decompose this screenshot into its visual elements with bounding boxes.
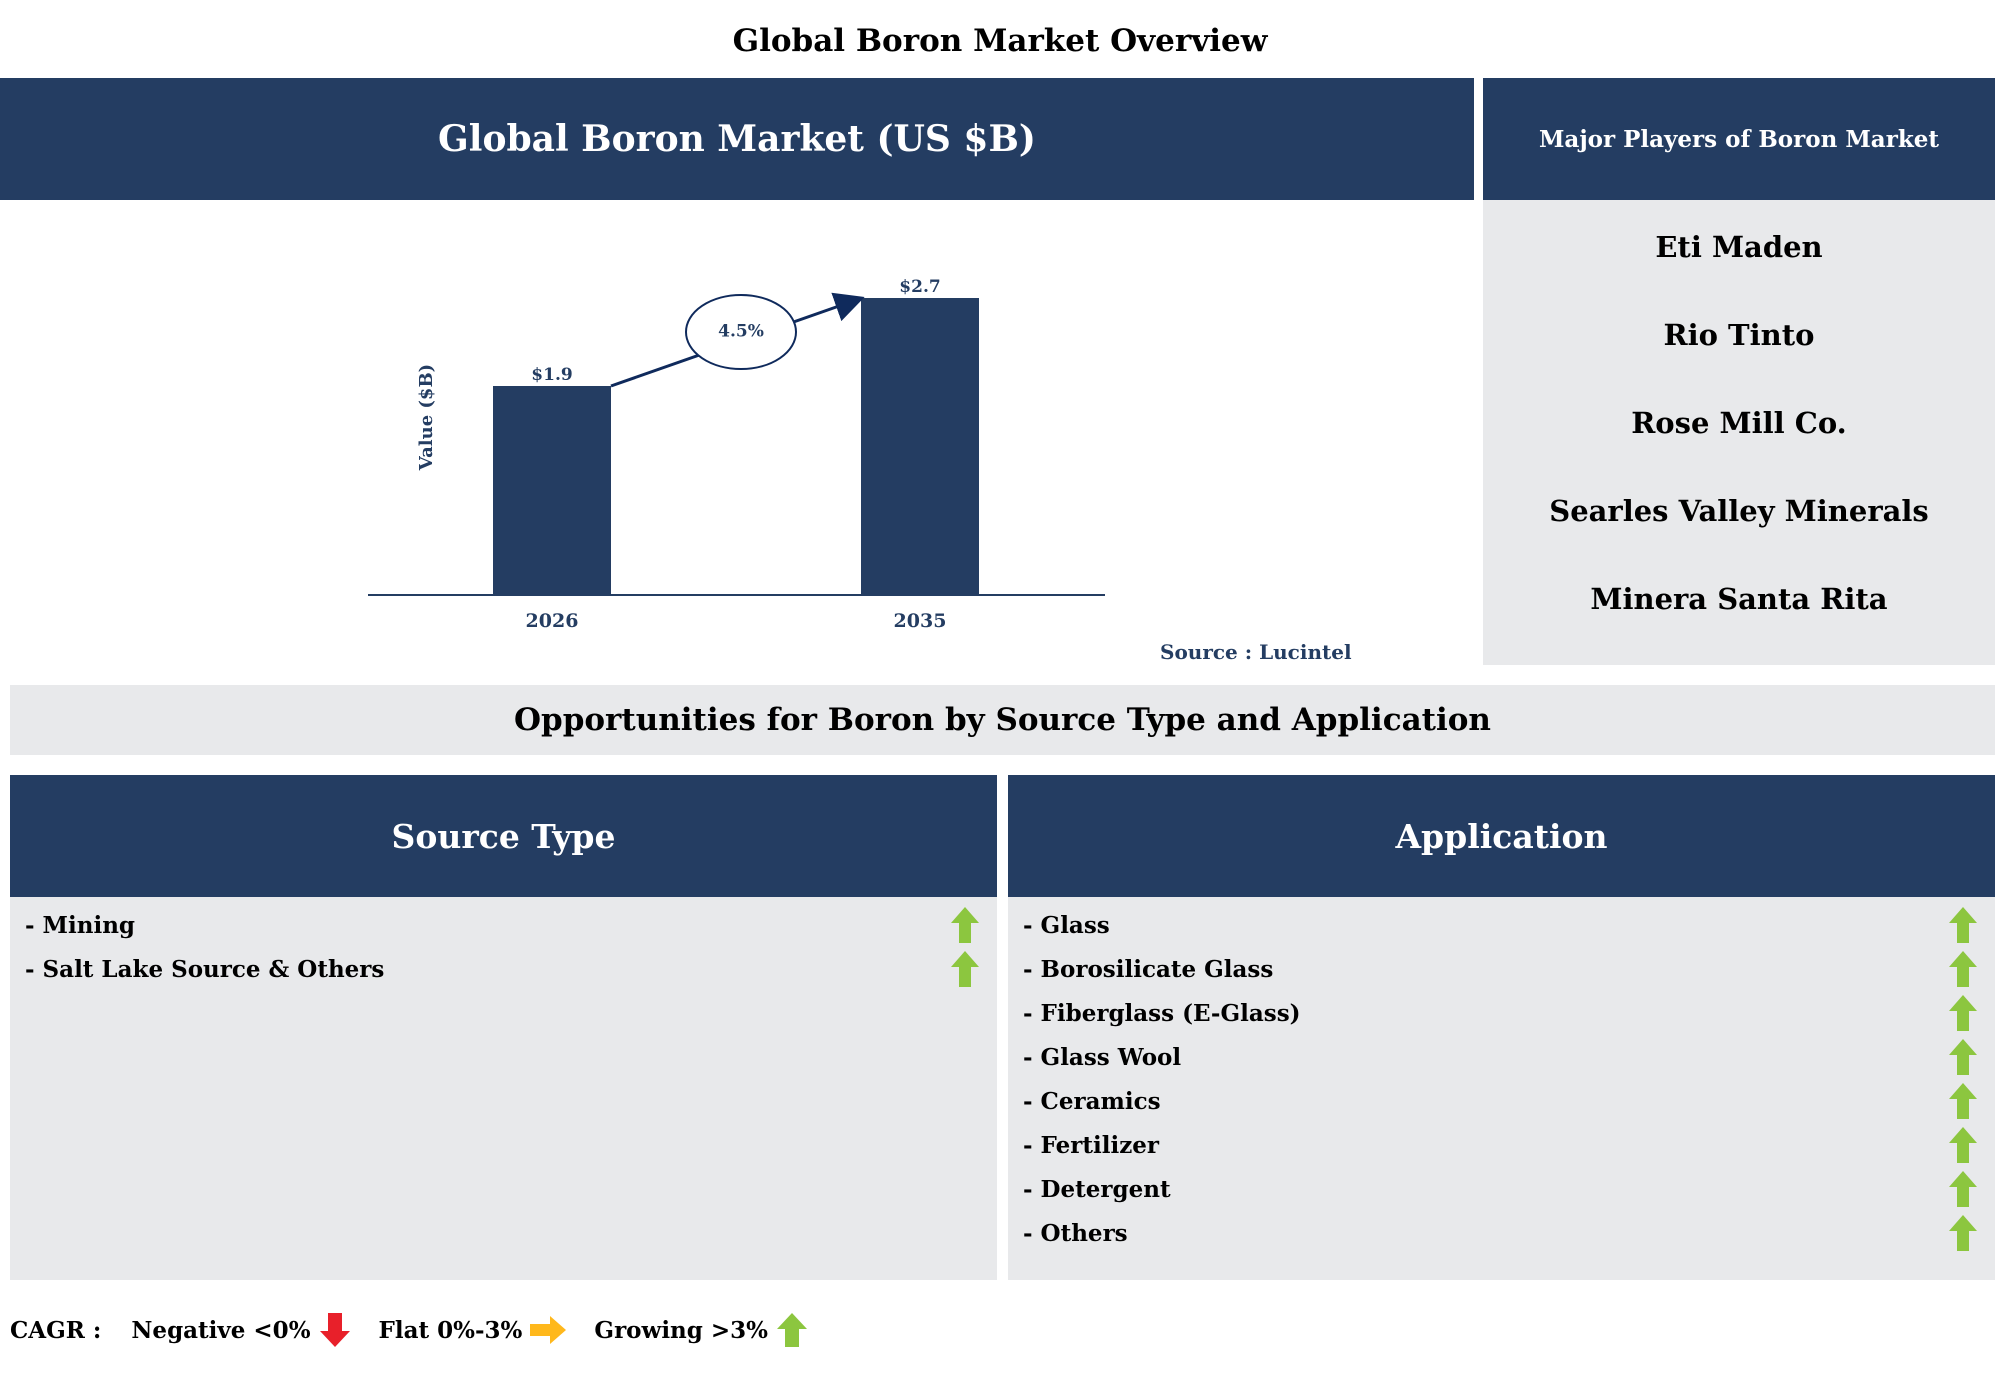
up-arrow-icon bbox=[1949, 1215, 1977, 1251]
up-arrow-icon bbox=[1949, 1127, 1977, 1163]
legend-negative-label: Negative <0% bbox=[131, 1316, 311, 1344]
list-item: - Fertilizer bbox=[1023, 1123, 1978, 1167]
cagr-label: 4.5% bbox=[718, 322, 764, 342]
source-type-header: Source Type bbox=[10, 775, 997, 897]
source-type-panel: - Mining - Salt Lake Source & Others bbox=[10, 897, 997, 1280]
legend-label: CAGR : bbox=[10, 1316, 102, 1344]
list-item: - Borosilicate Glass bbox=[1023, 947, 1978, 991]
up-arrow-icon bbox=[951, 951, 979, 987]
list-item-label: - Mining bbox=[25, 911, 136, 939]
players-panel: Eti Maden Rio Tinto Rose Mill Co. Searle… bbox=[1483, 200, 1995, 665]
up-arrow-icon bbox=[777, 1313, 807, 1347]
down-arrow-icon bbox=[319, 1313, 350, 1347]
page-title: Global Boron Market Overview bbox=[732, 23, 1268, 59]
list-item: - Glass bbox=[1023, 903, 1978, 947]
list-item-label: - Fertilizer bbox=[1023, 1131, 1160, 1159]
list-item-label: - Fiberglass (E-Glass) bbox=[1023, 999, 1301, 1027]
list-item-label: - Detergent bbox=[1023, 1175, 1171, 1203]
source-label: Source : Lucintel bbox=[1160, 640, 1352, 664]
list-item-label: - Glass Wool bbox=[1023, 1043, 1182, 1071]
bar-value-label: $2.7 bbox=[899, 277, 940, 297]
cagr-legend: CAGR : Negative <0% Flat 0%-3% Growing >… bbox=[10, 1305, 810, 1355]
up-arrow-icon bbox=[1949, 907, 1977, 943]
list-item-label: - Borosilicate Glass bbox=[1023, 955, 1274, 983]
application-panel: - Glass - Borosilicate Glass - Fiberglass … bbox=[1008, 897, 1995, 1280]
legend-flat-label: Flat 0%-3% bbox=[378, 1316, 523, 1344]
opportunities-title: Opportunities for Boron by Source Type a… bbox=[10, 685, 1995, 755]
up-arrow-icon bbox=[951, 907, 979, 943]
up-arrow-icon bbox=[1949, 1039, 1977, 1075]
list-item-label: - Others bbox=[1023, 1219, 1128, 1247]
list-item-label: - Glass bbox=[1023, 911, 1110, 939]
list-item: - Ceramics bbox=[1023, 1079, 1978, 1123]
up-arrow-icon bbox=[1949, 995, 1977, 1031]
list-item: - Detergent bbox=[1023, 1167, 1978, 1211]
market-bar-chart: Value ($B) $1.9 2026 $2.7 2035 4.5% bbox=[368, 277, 1105, 632]
player-item: Eti Maden bbox=[1655, 230, 1823, 264]
player-item: Minera Santa Rita bbox=[1590, 582, 1888, 616]
bar-2026 bbox=[493, 386, 611, 595]
market-chart-header: Global Boron Market (US $B) bbox=[0, 78, 1474, 200]
up-arrow-icon bbox=[1949, 1083, 1977, 1119]
bar-2035 bbox=[861, 298, 979, 595]
application-header: Application bbox=[1008, 775, 1995, 897]
list-item: - Salt Lake Source & Others bbox=[25, 947, 980, 991]
list-item: - Fiberglass (E-Glass) bbox=[1023, 991, 1978, 1035]
legend-growing-label: Growing >3% bbox=[594, 1316, 768, 1344]
player-item: Rio Tinto bbox=[1663, 318, 1815, 352]
up-arrow-icon bbox=[1949, 1171, 1977, 1207]
x-tick-label: 2026 bbox=[526, 610, 579, 632]
player-item: Rose Mill Co. bbox=[1631, 406, 1847, 440]
x-tick-label: 2035 bbox=[894, 610, 947, 632]
list-item-label: - Salt Lake Source & Others bbox=[25, 955, 385, 983]
players-header: Major Players of Boron Market bbox=[1483, 78, 1995, 200]
list-item: - Mining bbox=[25, 903, 980, 947]
list-item-label: - Ceramics bbox=[1023, 1087, 1161, 1115]
right-arrow-icon bbox=[530, 1316, 567, 1344]
bar-value-label: $1.9 bbox=[531, 365, 572, 385]
list-item: - Glass Wool bbox=[1023, 1035, 1978, 1079]
up-arrow-icon bbox=[1949, 951, 1977, 987]
list-item: - Others bbox=[1023, 1211, 1978, 1255]
player-item: Searles Valley Minerals bbox=[1549, 494, 1929, 528]
y-axis-label: Value ($B) bbox=[416, 364, 437, 471]
